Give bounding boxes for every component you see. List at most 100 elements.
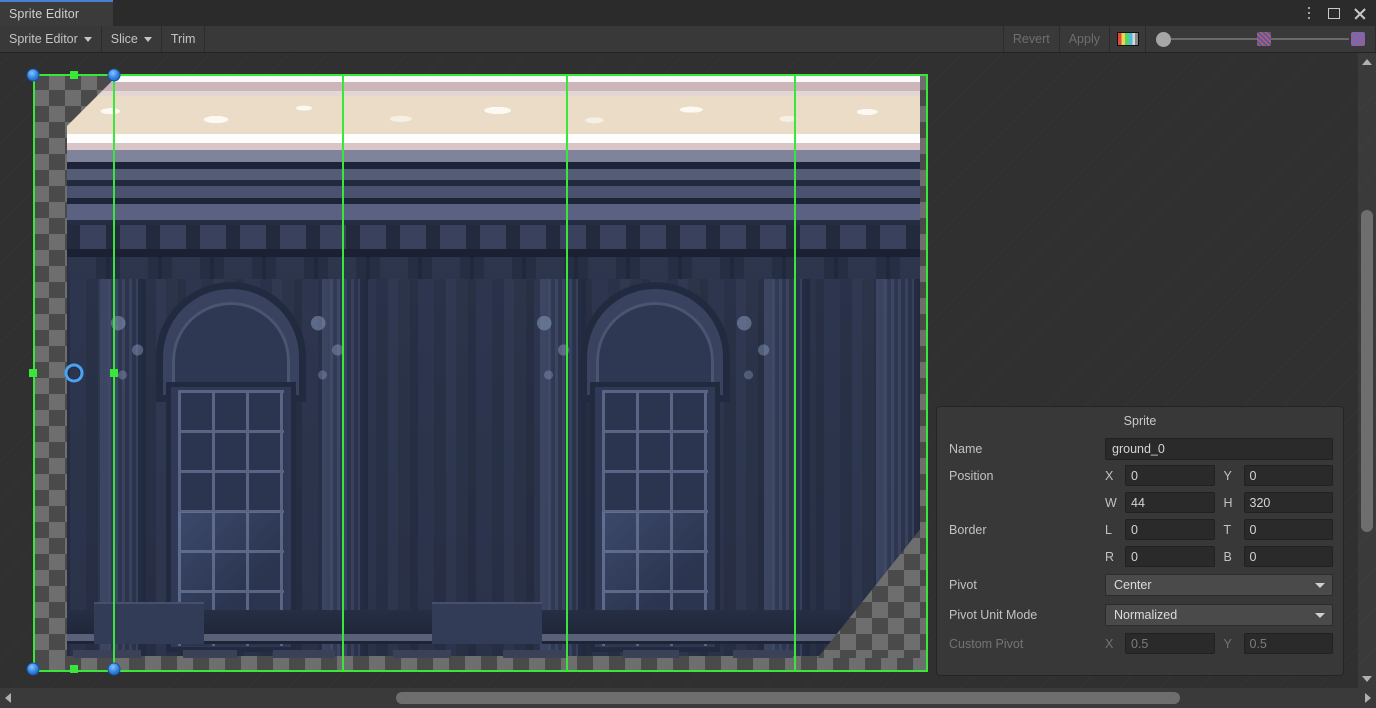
checker-large-icon[interactable] <box>1351 32 1365 46</box>
alpha-slider-track[interactable] <box>1171 38 1257 40</box>
slice-dropdown[interactable]: Slice <box>101 26 162 52</box>
slice-line[interactable] <box>566 74 568 672</box>
border-t-label: T <box>1223 522 1232 537</box>
pivot-unit-mode-label: Pivot Unit Mode <box>949 608 1038 622</box>
kebab-menu-icon[interactable] <box>1298 2 1320 24</box>
window-controls <box>1298 0 1370 26</box>
color-channel-button[interactable] <box>1110 26 1146 52</box>
apply-label: Apply <box>1068 32 1100 46</box>
position-y-input[interactable]: 0 <box>1243 465 1333 486</box>
border-l-label: L <box>1105 522 1112 537</box>
border-row-rb: R 0 B 0 <box>937 543 1343 570</box>
selection-handle-bottom-center[interactable] <box>70 665 78 673</box>
border-b-input[interactable]: 0 <box>1243 546 1333 567</box>
chevron-down-icon <box>83 36 92 42</box>
toolbar-spacer <box>205 26 1004 52</box>
inspector-title: Sprite <box>1123 414 1157 428</box>
checker-small-icon[interactable] <box>1257 32 1271 46</box>
position-w-label: W <box>1105 495 1117 510</box>
tab-sprite-editor[interactable]: Sprite Editor <box>0 0 113 26</box>
slice-line[interactable] <box>342 74 344 672</box>
position-w-input[interactable]: 44 <box>1125 492 1215 513</box>
revert-label: Revert <box>1012 32 1050 46</box>
mip-slider-track[interactable] <box>1271 38 1349 40</box>
horizontal-scrollbar-thumb[interactable] <box>396 692 1180 704</box>
custom-pivot-y-label: Y <box>1223 636 1232 651</box>
sprite-name-input[interactable]: ground_0 <box>1105 437 1333 460</box>
custom-pivot-x-label: X <box>1105 636 1114 651</box>
border-label: Border <box>949 522 987 537</box>
scroll-down-arrow-icon[interactable] <box>1362 676 1372 682</box>
custom-pivot-label: Custom Pivot <box>949 636 1024 651</box>
gothic-window <box>156 282 306 652</box>
toolbar: Sprite Editor Slice Trim Revert Apply <box>0 26 1376 53</box>
trim-button[interactable]: Trim <box>161 26 206 52</box>
slice-line-top[interactable] <box>33 74 928 76</box>
chevron-down-icon <box>1315 612 1325 618</box>
custom-pivot-y-input: 0.5 <box>1243 633 1333 654</box>
chevron-down-icon <box>143 36 152 42</box>
title-bar: Sprite Editor <box>0 0 1376 26</box>
pivot-unit-mode-value: Normalized <box>1114 608 1178 622</box>
position-row-wh: W 44 H 320 <box>937 489 1343 516</box>
custom-pivot-x-input: 0.5 <box>1125 633 1215 654</box>
revert-button[interactable]: Revert <box>1003 26 1060 52</box>
scroll-right-arrow-icon[interactable] <box>1365 693 1371 703</box>
pivot-row: Pivot Center <box>937 570 1343 600</box>
pivot-dropdown[interactable]: Center <box>1105 574 1333 596</box>
slice-line[interactable] <box>926 74 928 672</box>
selection-handle-mid-right[interactable] <box>110 369 118 377</box>
slice-label: Slice <box>110 32 138 46</box>
position-h-label: H <box>1223 495 1233 510</box>
position-label: Position <box>949 468 994 483</box>
pivot-label: Pivot <box>949 578 977 592</box>
close-icon[interactable] <box>1348 2 1370 24</box>
selection-handle-bottom-left[interactable] <box>26 662 40 676</box>
vertical-scrollbar-thumb[interactable] <box>1361 210 1373 532</box>
selection-handle-top-right[interactable] <box>107 68 121 82</box>
sprite-sheet-image[interactable] <box>33 74 928 672</box>
position-h-input[interactable]: 320 <box>1243 492 1333 513</box>
border-b-label: B <box>1223 549 1232 564</box>
horizontal-scrollbar[interactable] <box>0 688 1376 708</box>
pivot-handle[interactable] <box>64 363 84 383</box>
vertical-scrollbar[interactable] <box>1358 53 1376 688</box>
custom-pivot-row: Custom Pivot X 0.5 Y 0.5 <box>937 630 1343 657</box>
pivot-value: Center <box>1114 578 1152 592</box>
name-row: Name ground_0 <box>937 435 1343 462</box>
slice-line-bottom[interactable] <box>33 670 928 672</box>
position-y-label: Y <box>1223 468 1232 483</box>
name-label: Name <box>949 441 983 456</box>
tab-label: Sprite Editor <box>9 7 80 21</box>
trim-label: Trim <box>170 32 196 46</box>
border-r-label: R <box>1105 549 1115 564</box>
selection-handle-bottom-right[interactable] <box>107 662 121 676</box>
border-l-input[interactable]: 0 <box>1125 519 1215 540</box>
corbel-row <box>40 257 920 279</box>
selection-handle-top-left[interactable] <box>26 68 40 82</box>
border-r-input[interactable]: 0 <box>1125 546 1215 567</box>
slice-line[interactable] <box>794 74 796 672</box>
border-row-lt: Border L 0 T 0 <box>937 516 1343 543</box>
selection-handle-top-center[interactable] <box>70 71 78 79</box>
alpha-slider-handle[interactable] <box>1156 31 1171 47</box>
sprite-editor-window: Sprite Editor Sprite Editor Slice Trim R… <box>0 0 1376 708</box>
position-x-input[interactable]: 0 <box>1125 465 1215 486</box>
selection-handle-mid-left[interactable] <box>29 369 37 377</box>
cornice <box>40 74 920 166</box>
scroll-left-arrow-icon[interactable] <box>5 693 11 703</box>
maximize-icon[interactable] <box>1323 2 1345 24</box>
position-x-label: X <box>1105 468 1114 483</box>
editor-mode-dropdown[interactable]: Sprite Editor <box>0 26 102 52</box>
position-row-xy: Position X 0 Y 0 <box>937 462 1343 489</box>
zoom-slider-group <box>1146 26 1376 52</box>
pivot-unit-mode-dropdown[interactable]: Normalized <box>1105 604 1333 626</box>
border-t-input[interactable]: 0 <box>1243 519 1333 540</box>
apply-button[interactable]: Apply <box>1059 26 1110 52</box>
chevron-down-icon <box>1315 582 1325 588</box>
scroll-up-arrow-icon[interactable] <box>1362 59 1372 65</box>
sprite-inspector-panel: Sprite Name ground_0 Position X 0 Y 0 W … <box>936 406 1344 676</box>
rgb-channels-icon <box>1116 32 1139 46</box>
editor-mode-label: Sprite Editor <box>9 32 78 46</box>
pivot-unit-mode-row: Pivot Unit Mode Normalized <box>937 600 1343 630</box>
